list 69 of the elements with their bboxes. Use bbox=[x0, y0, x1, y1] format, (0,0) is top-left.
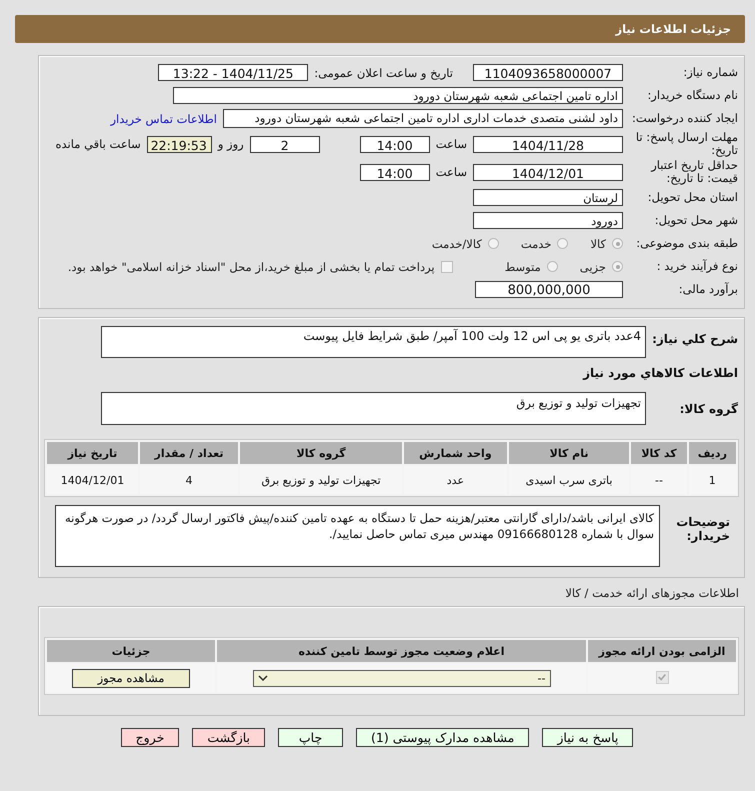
radio-button[interactable] bbox=[557, 238, 568, 249]
buyer-notes-field: کالای ایرانی باشد/دارای گارانتی معتبر/هزینه حمل تا دستگاه به عهده تامین کننده/پیش فاکتور ارسال گردد/ در صورت هرگونه سوال با شماره 09166680128 مهندس میری تماس حاصل نمایید/. bbox=[55, 505, 660, 567]
action-button[interactable]: بازگشت bbox=[192, 728, 266, 747]
radio-button[interactable] bbox=[612, 238, 623, 249]
field-label: ساعت bbox=[436, 165, 467, 179]
checkbox[interactable] bbox=[440, 260, 453, 272]
action-button[interactable]: پاسخ به نیاز bbox=[542, 728, 634, 747]
section-title: اطلاعات کالاهاي مورد نياز bbox=[582, 365, 739, 382]
caret-icon bbox=[258, 675, 268, 681]
option-label: متوسط bbox=[504, 260, 541, 274]
buyer-org-field: اداره تامین اجتماعی شعبه شهرستان دورود bbox=[173, 87, 623, 104]
action-button[interactable]: مشاهده مدارک پیوستی (1) bbox=[356, 728, 530, 747]
action-button[interactable]: خروج bbox=[120, 728, 180, 747]
field-label: استان محل تحویل: bbox=[646, 191, 739, 204]
remaining-time-field: 22:19:53 bbox=[146, 136, 212, 152]
view-permit-button[interactable]: مشاهده مجوز bbox=[72, 668, 190, 688]
field-label: ساعت باقي مانده bbox=[56, 137, 141, 151]
need-number-field: 1104093658000007 bbox=[473, 64, 623, 81]
column-header: اعلام وضعیت مجوز توسط تامین کننده bbox=[217, 640, 586, 662]
radio-button[interactable] bbox=[546, 261, 558, 272]
field-label: شماره نیاز: bbox=[682, 66, 739, 79]
budget-field: 800,000,000 bbox=[475, 281, 623, 298]
field-label: شرح کلي نياز: bbox=[651, 331, 739, 346]
column-header: تعداد / مقدار bbox=[140, 442, 238, 464]
option-label: جزیی bbox=[580, 260, 606, 274]
field-label: مهلت ارسال پاسخ: تا تاریخ: bbox=[634, 131, 739, 157]
page-header: جزئیات اطلاعات نیاز bbox=[15, 15, 745, 43]
radio-button[interactable] bbox=[488, 238, 499, 249]
field-label: شهر محل تحویل: bbox=[654, 214, 739, 227]
days-field: 2 bbox=[250, 136, 320, 152]
validity-date-field: 1404/12/01 bbox=[473, 164, 623, 180]
deadline-time-field: 14:00 bbox=[360, 136, 430, 152]
validity-time-field: 14:00 bbox=[360, 164, 430, 180]
option-label: خدمت bbox=[520, 236, 552, 250]
field-label: ساعت bbox=[436, 137, 467, 151]
requester-field: داود لشنی متصدی خدمات اداری اداره تامین اجتماعی شعبه شهرستان دورود bbox=[223, 109, 623, 128]
column-header: گروه کالا bbox=[240, 442, 402, 464]
field-label: ایجاد کننده درخواست: bbox=[631, 112, 739, 125]
field-label: برآورد مالی: bbox=[678, 283, 739, 296]
announce-date-field: 1404/11/25 - 13:22 bbox=[158, 64, 308, 81]
column-header: کد کالا bbox=[631, 442, 687, 464]
status-dropdown[interactable]: -- bbox=[252, 670, 550, 686]
column-header: جزئیات bbox=[47, 640, 215, 662]
column-header: نام کالا bbox=[508, 442, 630, 464]
province-field: لرستان bbox=[473, 189, 623, 206]
field-label: روز و bbox=[218, 137, 244, 151]
action-button[interactable]: چاپ bbox=[278, 728, 344, 747]
checkbox[interactable] bbox=[656, 670, 668, 684]
description-field: 4عدد باتری یو پی اس 12 ولت 100 آمپر/ طبق شرایط فایل پیوست bbox=[101, 326, 646, 358]
column-header: الزامی بودن ارائه مجوز bbox=[588, 640, 736, 662]
field-label: حداقل تاریخ اعتبار قیمت: تا تاریخ: bbox=[650, 159, 739, 185]
field-label: توضیحات خریدار: bbox=[675, 514, 731, 543]
field-label: تاریخ و ساعت اعلان عمومی: bbox=[314, 66, 453, 80]
column-header: ردیف bbox=[688, 442, 736, 464]
field-label: نام دستگاه خریدار: bbox=[646, 89, 739, 102]
column-header: تاریخ نیاز bbox=[47, 442, 138, 464]
city-field: دورود bbox=[473, 212, 623, 229]
column-header: واحد شمارش bbox=[404, 442, 507, 464]
radio-button[interactable] bbox=[612, 261, 623, 272]
field-label: گروه کالا: bbox=[678, 401, 739, 416]
field-label: نوع فرآیند خرید : bbox=[656, 260, 739, 273]
checkbox-label: پرداخت تمام یا بخشی از مبلغ خرید،از محل "اسناد خزانه اسلامی" خواهد بود. bbox=[68, 260, 435, 274]
option-label: کالا bbox=[590, 236, 606, 250]
deadline-date-field: 1404/11/28 bbox=[473, 136, 623, 152]
buyer-contact-link[interactable]: اطلاعات تماس خریدار bbox=[110, 112, 217, 126]
section-title: اطلاعات مجوزهای ارائه خدمت / کالا bbox=[564, 585, 740, 602]
goods-group-field: تجهیزات تولید و توزیع برق bbox=[101, 392, 646, 425]
field-label: طبقه بندی موضوعی: bbox=[635, 237, 739, 250]
option-label: کالا/خدمت bbox=[432, 236, 482, 250]
